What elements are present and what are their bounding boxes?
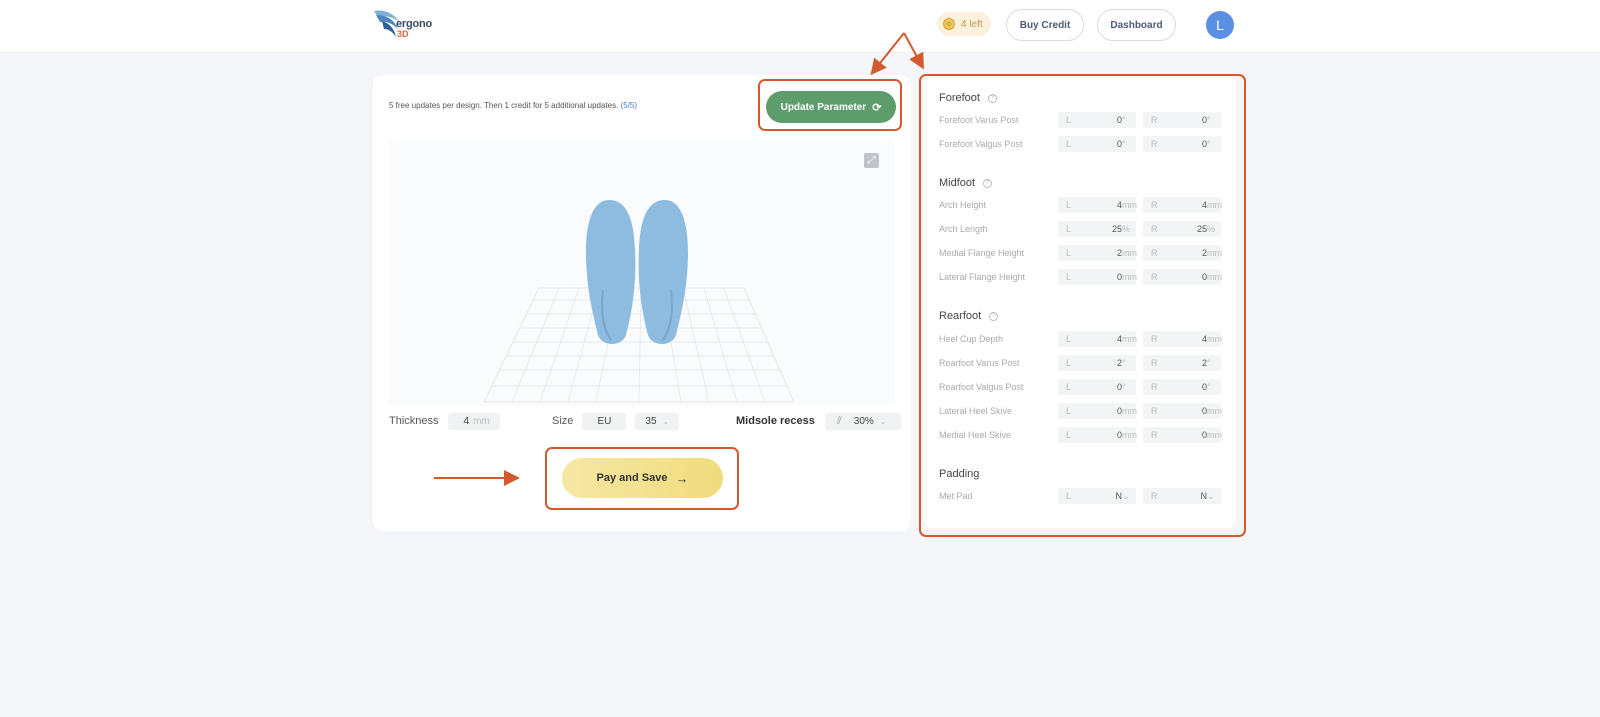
right-insole-icon — [638, 200, 688, 344]
dashboard-button[interactable]: Dashboard — [1097, 9, 1176, 41]
midsole-control: Midsole recess ⫽ 30% ⌄ — [736, 412, 901, 430]
left-insole-icon — [586, 200, 636, 344]
size-control: Size EU 35 ⌄ — [552, 412, 680, 430]
size-value-select[interactable]: 35 ⌄ — [635, 412, 680, 430]
free-updates-count: (5/5) — [620, 101, 638, 110]
credits-badge[interactable]: ☺ 4 left — [937, 12, 991, 36]
highlight-pay-and-save — [545, 447, 739, 510]
chevron-down-icon: ⌄ — [662, 416, 670, 426]
floor-grid-icon — [483, 287, 795, 403]
highlight-parameter-panel — [919, 74, 1246, 537]
thickness-value: 4 — [463, 415, 470, 427]
free-updates-text: 5 free updates per design. Then 1 credit… — [389, 101, 619, 110]
size-value: 35 — [645, 415, 657, 427]
thickness-control: Thickness 4 mm — [389, 412, 500, 430]
highlight-update-parameter — [758, 79, 902, 131]
avatar[interactable]: L — [1206, 11, 1234, 39]
coin-icon: ☺ — [943, 18, 955, 30]
midsole-recess-value: 30% — [853, 415, 874, 427]
expand-icon[interactable]: ⤢ — [864, 153, 879, 168]
3d-viewer[interactable] — [389, 140, 895, 406]
size-label: Size — [552, 415, 574, 427]
credits-left-label: 4 left — [961, 18, 983, 30]
buy-credit-button[interactable]: Buy Credit — [1006, 9, 1084, 41]
chevron-down-icon: ⌄ — [879, 416, 887, 426]
top-header: ergono 3D ☺ 4 left Buy Credit Dashboard … — [0, 0, 1600, 53]
midsole-recess-label: Midsole recess — [736, 415, 815, 427]
midsole-recess-select[interactable]: ⫽ 30% ⌄ — [824, 412, 901, 430]
insole-outline-icon: ⫽ — [836, 414, 842, 427]
thickness-unit: mm — [473, 415, 490, 427]
thickness-input[interactable]: 4 mm — [447, 412, 500, 430]
logo-3d-text: 3D — [397, 29, 409, 39]
free-updates-note: 5 free updates per design. Then 1 credit… — [389, 101, 637, 110]
insole-preview — [483, 200, 795, 403]
thickness-label: Thickness — [389, 415, 439, 427]
size-system-select[interactable]: EU — [582, 412, 627, 430]
